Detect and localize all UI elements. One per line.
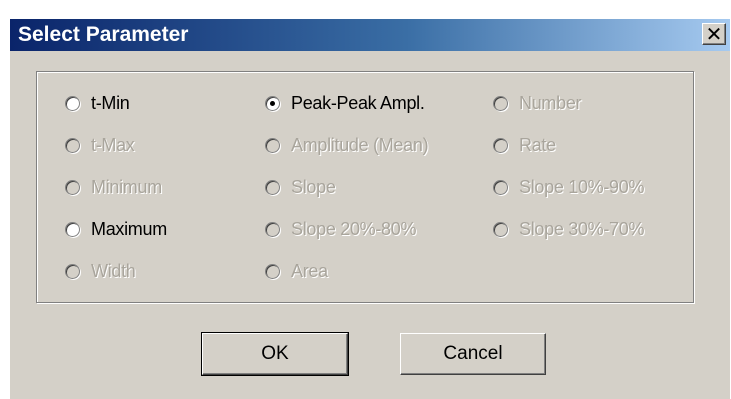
radio-maximum[interactable]: Maximum <box>65 217 167 241</box>
radio-slope: Slope <box>265 175 336 199</box>
radio-label-rate: Rate <box>519 134 556 155</box>
dialog-title: Select Parameter <box>18 23 189 46</box>
radio-peak-peak-ampl[interactable]: Peak-Peak Ampl. <box>265 91 425 115</box>
radio-label-t-max: t-Max <box>91 134 135 155</box>
radio-button-amplitude-mean <box>265 137 280 153</box>
radio-minimum: Minimum <box>65 175 162 199</box>
radio-button-slope-10-90 <box>493 179 508 195</box>
radio-area: Area <box>265 259 328 283</box>
radio-label-slope-10-90: Slope 10%-90% <box>519 176 645 197</box>
radio-slope-20-80: Slope 20%-80% <box>265 217 416 241</box>
radio-button-t-min[interactable] <box>65 95 80 111</box>
radio-button-width <box>65 263 80 279</box>
radio-button-number <box>493 95 508 111</box>
close-icon: ✕ <box>705 22 723 46</box>
radio-t-max: t-Max <box>65 133 135 157</box>
radio-width: Width <box>65 259 136 283</box>
radio-number: Number <box>493 91 582 115</box>
title-bar[interactable]: Select Parameter ✕ <box>10 19 730 51</box>
radio-button-area <box>265 263 280 279</box>
radio-button-maximum[interactable] <box>65 221 80 237</box>
cancel-button[interactable]: Cancel <box>400 333 546 375</box>
radio-selected-dot <box>270 100 275 106</box>
radio-button-slope-20-80 <box>265 221 280 237</box>
ok-button[interactable]: OK <box>201 332 349 376</box>
radio-button-slope-30-70 <box>493 221 508 237</box>
radio-label-peak-peak-ampl: Peak-Peak Ampl. <box>291 92 425 113</box>
radio-rate: Rate <box>493 133 556 157</box>
radio-button-rate <box>493 137 508 153</box>
radio-label-area: Area <box>291 260 328 281</box>
radio-label-amplitude-mean: Amplitude (Mean) <box>291 134 429 155</box>
close-button[interactable]: ✕ <box>702 23 726 45</box>
radio-button-minimum <box>65 179 80 195</box>
radio-slope-10-90: Slope 10%-90% <box>493 175 644 199</box>
radio-amplitude-mean: Amplitude (Mean) <box>265 133 429 157</box>
radio-label-slope-30-70: Slope 30%-70% <box>519 218 645 239</box>
radio-button-slope <box>265 179 280 195</box>
parameter-group-box: t-Min t-Max Minimum Maximum Width Peak-P… <box>36 71 694 303</box>
radio-label-slope: Slope <box>291 176 336 197</box>
radio-label-maximum: Maximum <box>91 218 167 239</box>
radio-label-slope-20-80: Slope 20%-80% <box>291 218 417 239</box>
radio-t-min[interactable]: t-Min <box>65 91 130 115</box>
radio-button-t-max <box>65 137 80 153</box>
radio-label-minimum: Minimum <box>91 176 162 197</box>
radio-label-t-min: t-Min <box>91 92 130 113</box>
select-parameter-dialog: Select Parameter ✕ t-Min t-Max Minimum M… <box>8 17 730 399</box>
radio-label-width: Width <box>91 260 136 281</box>
radio-slope-30-70: Slope 30%-70% <box>493 217 644 241</box>
radio-button-peak-peak-ampl[interactable] <box>265 95 280 111</box>
radio-label-number: Number <box>519 92 582 113</box>
